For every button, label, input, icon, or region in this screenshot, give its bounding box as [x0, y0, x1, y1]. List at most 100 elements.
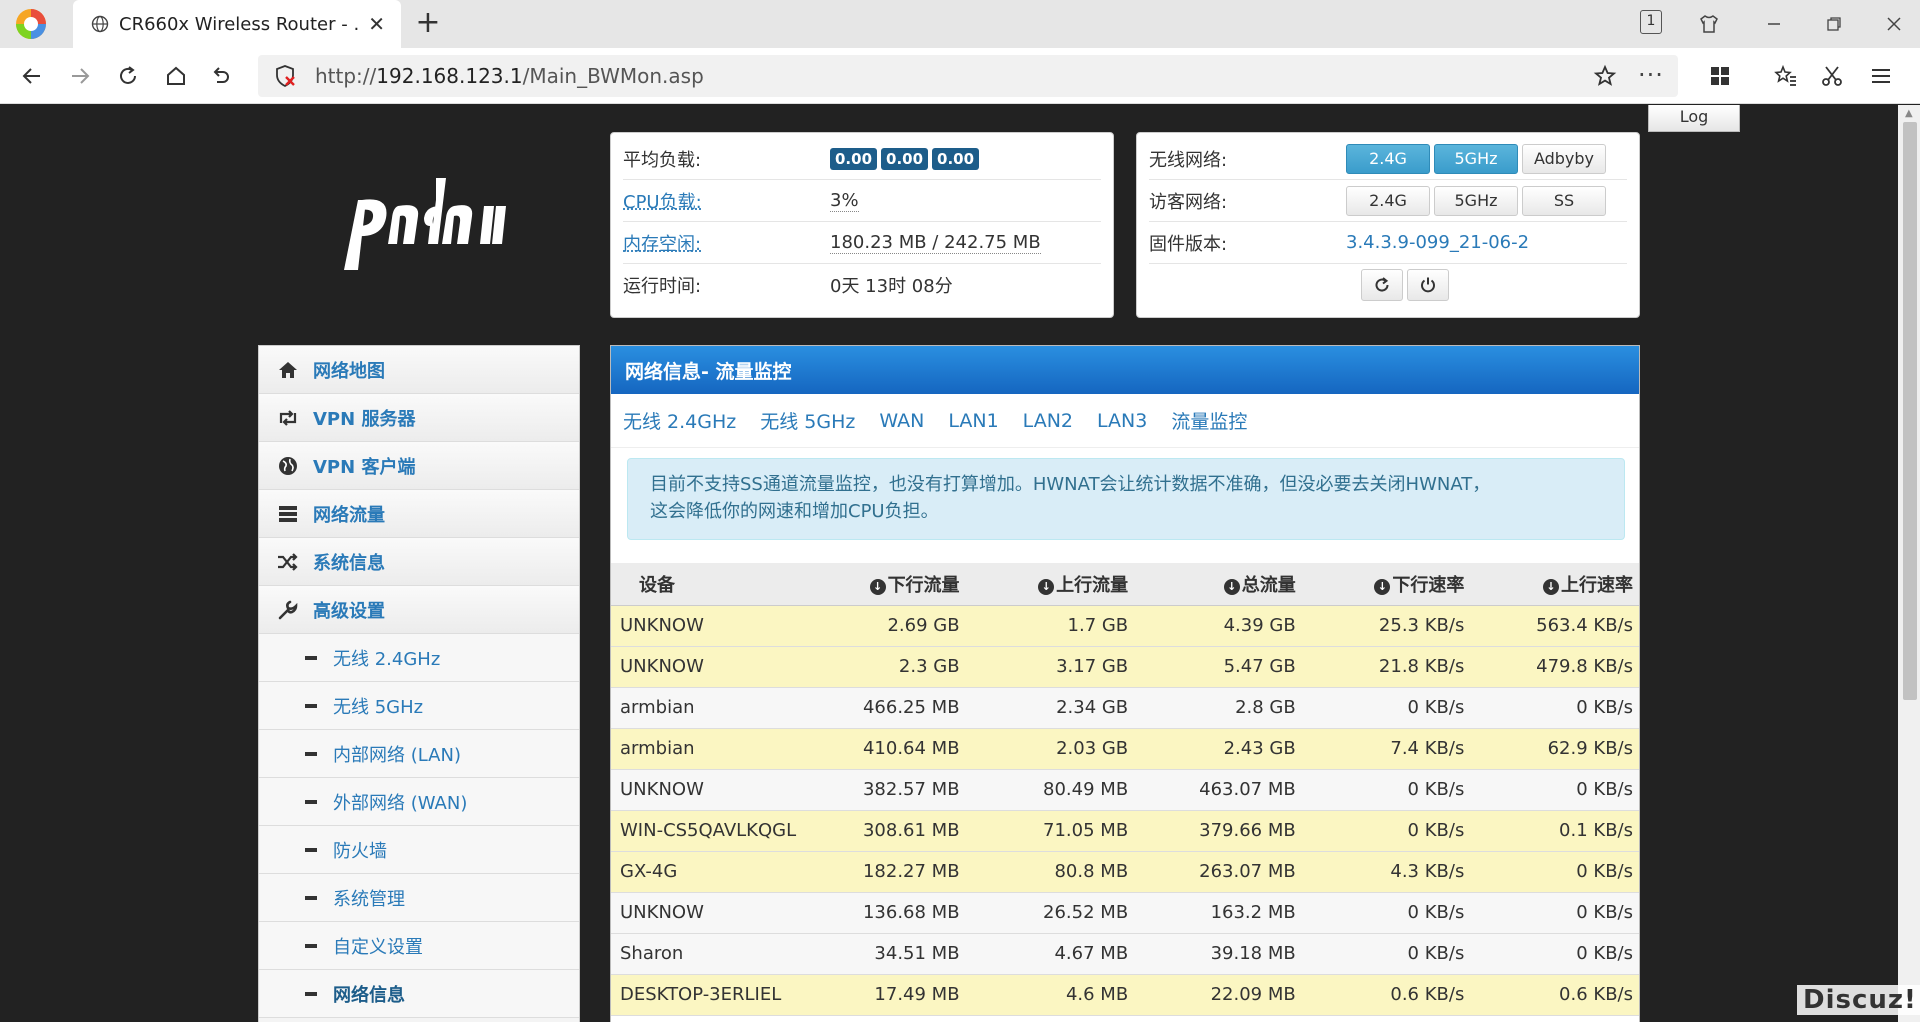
sidebar-subitem-admin[interactable]: 系统管理: [259, 874, 579, 922]
cell-device: armbian: [611, 687, 826, 728]
sidebar-subitem-custom[interactable]: 自定义设置: [259, 922, 579, 970]
sidebar-subitem-wan[interactable]: 外部网络 (WAN): [259, 778, 579, 826]
network-status-panel: 无线网络: 2.4G 5GHz Adbyby 访客网络: 2.4G 5GHz SS 固件…: [1136, 132, 1640, 318]
shirt-icon[interactable]: [1695, 10, 1723, 38]
address-bar[interactable]: http://192.168.123.1/Main_BWMon.asp ···: [258, 55, 1678, 97]
tab-lan1[interactable]: LAN1: [948, 410, 998, 432]
cell-device: Sharon: [611, 933, 826, 974]
cell-down-rate: 4.3 KB/s: [1304, 851, 1473, 892]
cell-upload: 4.6 MB: [968, 974, 1137, 1015]
sidebar-subitem-lan[interactable]: 内部网络 (LAN): [259, 730, 579, 778]
cpu-load-link[interactable]: CPU负载:: [623, 188, 830, 214]
hdd-icon: [275, 505, 301, 523]
memory-free-link[interactable]: 内存空闲:: [623, 230, 830, 256]
reload-icon[interactable]: [114, 62, 142, 90]
sidebar-subitem-network-info[interactable]: 网络信息: [259, 970, 579, 1018]
cell-download: 2.3 GB: [826, 646, 968, 687]
tab-wireless-24[interactable]: 无线 2.4GHz: [623, 407, 736, 434]
cell-total: 2.8 GB: [1136, 687, 1304, 728]
wireless-24g-button[interactable]: 2.4G: [1346, 144, 1430, 174]
browser-tab[interactable]: CR660x Wireless Router - … ✕: [73, 0, 401, 48]
column-header-device[interactable]: 设备: [611, 563, 826, 605]
more-icon[interactable]: ···: [1638, 61, 1664, 89]
subtab-bar: 无线 2.4GHz 无线 5GHz WAN LAN1 LAN2 LAN3 流量监…: [611, 394, 1639, 448]
column-header-total[interactable]: ↓ 总流量: [1136, 563, 1304, 605]
column-header-up-rate[interactable]: ↓ 上行速率: [1472, 563, 1640, 605]
scroll-up-arrow-icon[interactable]: ▲: [1905, 108, 1913, 119]
guest-24g-button[interactable]: 2.4G: [1346, 186, 1430, 216]
globe-icon: [91, 15, 109, 33]
guest-5g-button[interactable]: 5GHz: [1434, 186, 1518, 216]
insecure-shield-icon[interactable]: [273, 64, 297, 88]
cell-download: 182.27 MB: [826, 851, 968, 892]
cell-download: 382.57 MB: [826, 769, 968, 810]
tab-lan2[interactable]: LAN2: [1023, 410, 1073, 432]
undo-icon[interactable]: [206, 62, 234, 90]
cell-total: 163.2 MB: [1136, 892, 1304, 933]
forward-icon[interactable]: [66, 62, 94, 90]
column-header-label: 下行速率: [1392, 575, 1464, 596]
shutdown-button[interactable]: [1407, 269, 1449, 301]
sort-down-icon: ↓: [1374, 579, 1390, 595]
alert-line: 这会降低你的网速和增加CPU负担。: [650, 498, 1602, 525]
reboot-button[interactable]: [1361, 269, 1403, 301]
scrollbar-thumb[interactable]: [1903, 122, 1917, 700]
sidebar-item-system-info[interactable]: 系统信息: [259, 538, 579, 586]
info-alert: 目前不支持SS通道流量监控，也没有打算增加。HWNAT会让统计数据不准确，但没必…: [627, 458, 1625, 540]
cell-download: 34.51 MB: [826, 933, 968, 974]
restore-icon[interactable]: [1820, 10, 1848, 38]
home-icon[interactable]: [162, 62, 190, 90]
column-header-down-rate[interactable]: ↓ 下行速率: [1304, 563, 1473, 605]
cell-down-rate: 0 KB/s: [1304, 810, 1473, 851]
new-tab-icon[interactable]: +: [414, 9, 442, 37]
sidebar-item-vpn-client[interactable]: VPN 客户端: [259, 442, 579, 490]
sort-down-icon: ↓: [870, 579, 886, 595]
load-15min-badge: 0.00: [932, 148, 979, 170]
cell-up-rate: 563.4 KB/s: [1472, 605, 1640, 646]
sidebar-subitem-label: 网络信息: [333, 981, 405, 1007]
log-button[interactable]: Log: [1648, 105, 1740, 132]
sidebar-subitem-label: 无线 5GHz: [333, 693, 423, 719]
tab-traffic-monitor[interactable]: 流量监控: [1171, 407, 1247, 434]
sidebar-item-vpn-server[interactable]: VPN 服务器: [259, 394, 579, 442]
globe-icon: [275, 456, 301, 476]
sidebar-subitem-wireless-24[interactable]: 无线 2.4GHz: [259, 634, 579, 682]
sidebar-subitem-firewall[interactable]: 防火墙: [259, 826, 579, 874]
column-header-download[interactable]: ↓ 下行流量: [826, 563, 968, 605]
ss-button[interactable]: SS: [1522, 186, 1606, 216]
bookmark-star-icon[interactable]: [1593, 64, 1617, 88]
cpu-row: CPU负载: 3%: [623, 180, 1101, 222]
adbyby-button[interactable]: Adbyby: [1522, 144, 1606, 174]
cell-download: 308.61 MB: [826, 810, 968, 851]
traffic-table: 设备 ↓ 下行流量 ↓ 上行流量 ↓ 总流量 ↓ 下行速率 ↓ 上行速率 UNKNOW 2.…: [611, 563, 1640, 1016]
firmware-version-link[interactable]: 3.4.3.9-099_21-06-2: [1346, 232, 1529, 253]
wireless-5g-button[interactable]: 5GHz: [1434, 144, 1518, 174]
tab-lan3[interactable]: LAN3: [1097, 410, 1147, 432]
sidebar-item-network-map[interactable]: 网络地图: [259, 346, 579, 394]
sidebar-subitem-wireless-5[interactable]: 无线 5GHz: [259, 682, 579, 730]
cell-upload: 26.52 MB: [968, 892, 1137, 933]
menu-icon[interactable]: [1867, 62, 1895, 90]
close-icon[interactable]: ✕: [368, 14, 385, 34]
favorites-icon[interactable]: [1772, 62, 1800, 90]
browser-tabstrip: CR660x Wireless Router - … ✕ + 1: [0, 0, 1920, 48]
cell-down-rate: 21.8 KB/s: [1304, 646, 1473, 687]
sidebar-item-traffic[interactable]: 网络流量: [259, 490, 579, 538]
scissors-icon[interactable]: [1818, 62, 1846, 90]
window-close-icon[interactable]: [1880, 10, 1908, 38]
tab-wireless-5[interactable]: 无线 5GHz: [760, 407, 855, 434]
sidebar-item-advanced[interactable]: 高级设置: [259, 586, 579, 634]
apps-grid-icon[interactable]: [1706, 62, 1734, 90]
back-icon[interactable]: [18, 62, 46, 90]
discuz-watermark: Discuz!: [1797, 985, 1920, 1015]
column-header-upload[interactable]: ↓ 上行流量: [968, 563, 1137, 605]
browser-logo-icon[interactable]: [15, 8, 47, 40]
cell-down-rate: 0 KB/s: [1304, 687, 1473, 728]
tab-wan[interactable]: WAN: [879, 410, 924, 432]
cell-upload: 1.7 GB: [968, 605, 1137, 646]
tab-count-badge[interactable]: 1: [1640, 10, 1662, 34]
cell-up-rate: 0 KB/s: [1472, 933, 1640, 974]
minimize-icon[interactable]: [1760, 10, 1788, 38]
url-text[interactable]: http://192.168.123.1/Main_BWMon.asp: [315, 64, 704, 88]
table-row: GX-4G 182.27 MB 80.8 MB 263.07 MB 4.3 KB/s 0 …: [611, 851, 1640, 892]
